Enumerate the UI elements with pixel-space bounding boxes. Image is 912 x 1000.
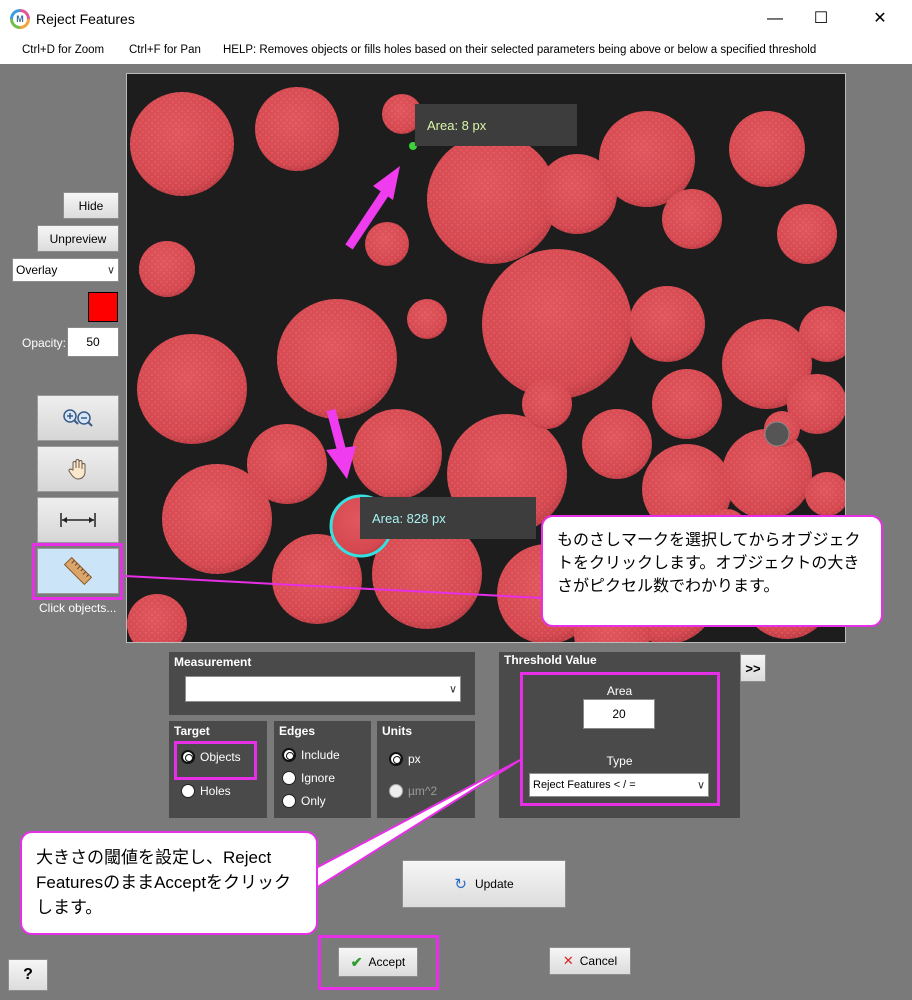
units-um2-radio: µm^2 (389, 784, 437, 798)
opacity-label: Opacity: (22, 336, 67, 350)
particle[interactable] (722, 429, 812, 519)
pan-shortcut-hint: Ctrl+F for Pan (129, 44, 201, 56)
expand-button[interactable]: >> (740, 654, 766, 682)
particle[interactable] (629, 286, 705, 362)
area-label-large: Area: 828 px (360, 497, 536, 539)
measurement-title: Measurement (174, 655, 252, 669)
threshold-callout: 大きさの閾値を設定し、Reject FeaturesのままAcceptをクリック… (20, 831, 318, 935)
overlay-select-value: Overlay (16, 263, 58, 277)
minimize-button[interactable]: — (752, 4, 798, 34)
cancel-label: Cancel (579, 954, 618, 968)
particle[interactable] (729, 111, 805, 187)
particle[interactable] (352, 409, 442, 499)
unpreview-button[interactable]: Unpreview (37, 225, 119, 252)
overlay-color-swatch[interactable] (88, 292, 118, 322)
objects-highlight (174, 741, 257, 780)
edges-ignore-label: Ignore (301, 771, 336, 785)
edges-panel: Edges Include Ignore Only (274, 721, 371, 818)
units-px-label: px (408, 752, 421, 766)
particle[interactable] (777, 204, 837, 264)
dark-particle[interactable] (764, 421, 790, 447)
threshold-highlight (520, 672, 720, 806)
threshold-title: Threshold Value (504, 653, 597, 667)
help-bar: Ctrl+D for Zoom Ctrl+F for Pan HELP: Rem… (0, 38, 912, 64)
radio-unchecked-icon (282, 794, 296, 808)
measurement-select-value: Area (189, 682, 215, 696)
edges-include-label: Include (301, 748, 340, 762)
particle[interactable] (365, 222, 409, 266)
zoom-shortcut-hint: Ctrl+D for Zoom (22, 44, 105, 56)
measure-distance-icon (60, 513, 96, 527)
target-title: Target (174, 724, 210, 738)
edges-include-radio[interactable]: Include (282, 748, 340, 762)
edges-ignore-radio[interactable]: Ignore (282, 771, 335, 785)
hide-button[interactable]: Hide (63, 192, 119, 219)
pan-tool-button[interactable] (37, 446, 119, 492)
particle[interactable] (137, 334, 247, 444)
particle[interactable] (130, 92, 234, 196)
particle[interactable] (277, 299, 397, 419)
particle[interactable] (127, 594, 187, 643)
app-logo-icon (10, 9, 30, 29)
chevron-down-icon: ∨ (448, 683, 457, 696)
ruler-callout: ものさしマークを選択してからオブジェクトをクリックします。オブジェクトの大きさが… (541, 515, 883, 627)
help-text: HELP: Removes objects or fills holes bas… (223, 44, 817, 56)
update-button[interactable]: ↻ Update (402, 860, 566, 908)
window-title: Reject Features (36, 11, 135, 27)
ruler-tool-highlight (32, 543, 123, 600)
measurement-select[interactable]: Area ∨ (185, 676, 461, 702)
accept-highlight (318, 935, 439, 990)
zoom-tool-button[interactable] (37, 395, 119, 441)
cancel-button[interactable]: ✕ Cancel (549, 947, 631, 975)
zoom-icon (63, 409, 93, 427)
chevron-down-icon: ∨ (106, 264, 115, 277)
radio-unchecked-icon (181, 784, 195, 798)
edges-only-label: Only (301, 794, 326, 808)
particle[interactable] (662, 189, 722, 249)
particle[interactable] (407, 299, 447, 339)
target-holes-radio[interactable]: Holes (181, 784, 231, 798)
update-label: Update (474, 877, 514, 891)
overlay-select[interactable]: Overlay ∨ (12, 258, 119, 282)
measure-tool-button[interactable] (37, 497, 119, 543)
target-holes-label: Holes (200, 784, 231, 798)
units-px-radio[interactable]: px (389, 752, 421, 766)
help-button[interactable]: ? (8, 959, 48, 991)
particle[interactable] (255, 87, 339, 171)
cancel-x-icon: ✕ (562, 953, 574, 968)
units-um2-label: µm^2 (408, 784, 438, 798)
units-title: Units (382, 724, 412, 738)
radio-disabled-icon (389, 784, 403, 798)
particle[interactable] (652, 369, 722, 439)
units-panel: Units px µm^2 (377, 721, 475, 818)
maximize-button[interactable]: ☐ (798, 4, 844, 34)
radio-checked-icon (282, 748, 296, 762)
edges-only-radio[interactable]: Only (282, 794, 326, 808)
radio-checked-icon (389, 752, 403, 766)
close-button[interactable]: ✕ (857, 4, 903, 34)
area-label-small: Area: 8 px (415, 104, 577, 146)
title-bar: Reject Features — ☐ ✕ (0, 0, 912, 38)
pan-hand-icon (68, 459, 86, 480)
particle[interactable] (482, 249, 632, 399)
refresh-icon: ↻ (454, 876, 467, 893)
particle[interactable] (522, 379, 572, 429)
edges-title: Edges (279, 724, 316, 738)
radio-unchecked-icon (282, 771, 296, 785)
particle[interactable] (139, 241, 195, 297)
measurement-panel: Measurement Area ∨ (169, 652, 475, 715)
opacity-input[interactable]: 50 (67, 327, 119, 357)
tool-status-text: Click objects... (39, 601, 117, 615)
particle[interactable] (582, 409, 652, 479)
particle[interactable] (162, 464, 272, 574)
